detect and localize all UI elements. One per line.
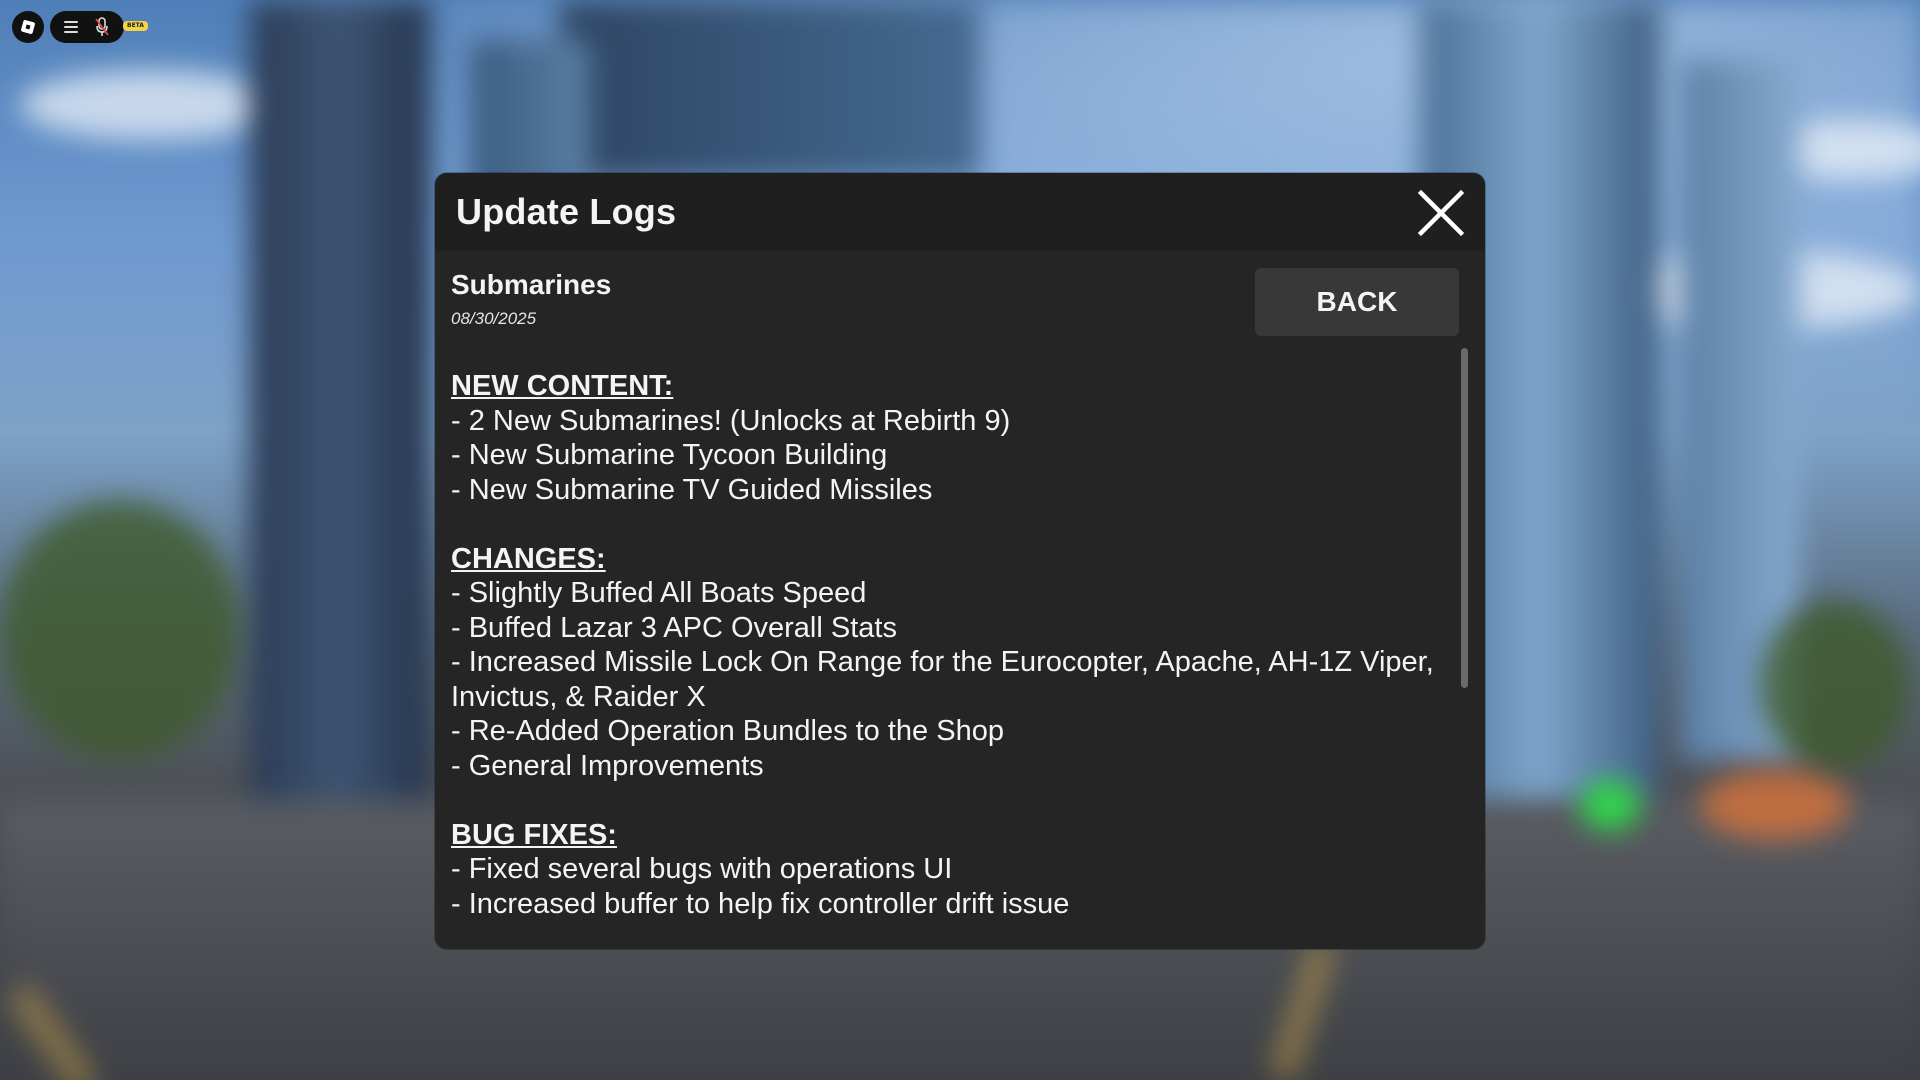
log-item: - Fixed several bugs with operations UI xyxy=(451,853,953,885)
tree xyxy=(1760,600,1910,770)
update-logs-dialog: Update Logs Submarines 08/30/2025 BACK N… xyxy=(435,173,1485,949)
log-scroll-area[interactable]: NEW CONTENT: - 2 New Submarines! (Unlock… xyxy=(451,369,1455,931)
close-icon[interactable] xyxy=(1417,189,1465,237)
scrollbar-thumb[interactable] xyxy=(1461,348,1468,688)
back-button[interactable]: BACK xyxy=(1255,268,1459,336)
microphone-muted-icon[interactable] xyxy=(94,17,110,37)
log-item: - Increased buffer to help fix controlle… xyxy=(451,887,1070,920)
section-heading-bug-fixes: BUG FIXES: xyxy=(451,818,617,851)
light xyxy=(1580,780,1640,830)
log-item: - 2 New Submarines! (Unlocks at Rebirth … xyxy=(451,404,1011,437)
entry-title: Submarines xyxy=(451,269,612,300)
dialog-title: Update Logs xyxy=(456,191,677,232)
log-item: - Increased Missile Lock On Range for th… xyxy=(451,646,1434,713)
section-heading-new-content: NEW CONTENT: xyxy=(451,370,674,402)
log-item: - Re-Added Operation Bundles to the Shop xyxy=(451,715,1004,747)
log-item: - New Submarine Tycoon Building xyxy=(451,439,888,471)
topbar-controls xyxy=(50,11,124,43)
menu-icon[interactable] xyxy=(64,21,78,33)
cloud xyxy=(20,70,280,140)
log-item: - General Improvements xyxy=(451,749,764,782)
building xyxy=(250,0,430,860)
roblox-logo-icon[interactable] xyxy=(12,11,44,43)
entry-date: 08/30/2025 xyxy=(451,309,537,328)
log-content: NEW CONTENT: - 2 New Submarines! (Unlock… xyxy=(451,369,1455,921)
log-item: - New Submarine TV Guided Missiles xyxy=(451,473,933,506)
building xyxy=(560,0,980,180)
section-heading-changes: CHANGES: xyxy=(451,542,606,575)
beta-badge: BETA xyxy=(123,21,148,31)
log-item: - Buffed Lazar 3 APC Overall Stats xyxy=(451,611,897,644)
log-item: - Slightly Buffed All Boats Speed xyxy=(451,577,867,609)
vehicle xyxy=(1700,770,1850,840)
tree xyxy=(0,500,240,760)
